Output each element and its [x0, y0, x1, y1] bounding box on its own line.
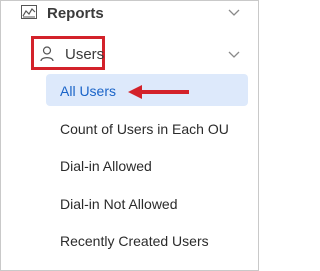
nav-group-users[interactable]: Users [0, 34, 259, 74]
nav-group-users-label: Users [65, 46, 105, 63]
nav-item-dial-in-not-allowed[interactable]: Dial-in Not Allowed [46, 187, 248, 219]
nav-item-label: Recently Created Users [60, 233, 209, 249]
nav-group-reports[interactable]: Reports [0, 0, 259, 28]
nav-group-reports-label: Reports [47, 5, 104, 22]
nav-item-recently-created-users[interactable]: Recently Created Users [46, 224, 248, 256]
user-icon [40, 46, 54, 62]
nav-item-dial-in-allowed[interactable]: Dial-in Allowed [46, 149, 248, 181]
nav-item-label: All Users [60, 83, 117, 99]
nav-item-count-of-users-in-each-ou[interactable]: Count of Users in Each OU [46, 112, 248, 144]
nav-item-label: Dial-in Allowed [60, 158, 152, 174]
chart-icon [21, 5, 37, 19]
nav-item-label: Dial-in Not Allowed [60, 196, 178, 212]
chevron-down-icon[interactable] [227, 50, 241, 60]
nav-item-label: Count of Users in Each OU [60, 121, 229, 137]
arrow-pointer-icon [128, 85, 189, 99]
chevron-down-icon[interactable] [227, 8, 241, 18]
